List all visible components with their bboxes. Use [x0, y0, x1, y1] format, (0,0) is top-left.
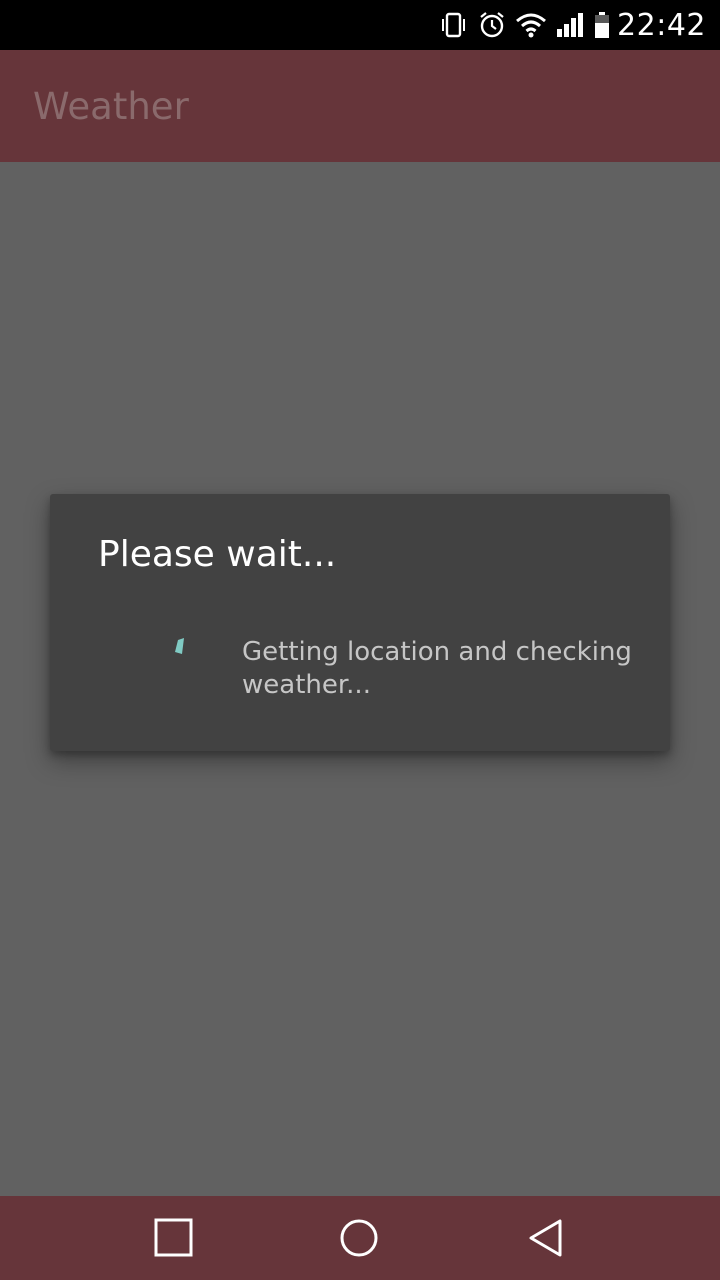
app-bar: Weather — [0, 50, 720, 162]
dialog-message: Getting location and checking weather... — [242, 637, 632, 700]
battery-icon — [593, 10, 611, 40]
recents-button[interactable] — [152, 1216, 196, 1260]
dialog-title: Please wait... — [98, 534, 337, 575]
status-time: 22:42 — [617, 7, 706, 43]
back-icon — [524, 1216, 568, 1260]
progress-dialog: Please wait... Getting location and chec… — [50, 494, 670, 751]
alarm-icon — [477, 10, 507, 40]
vibrate-icon — [439, 10, 469, 40]
home-button[interactable] — [337, 1216, 381, 1260]
recents-icon — [152, 1216, 196, 1260]
navigation-bar — [0, 1196, 720, 1280]
app-title: Weather — [33, 84, 189, 128]
wifi-icon — [515, 10, 547, 40]
home-icon — [337, 1216, 381, 1260]
status-bar: 22:42 — [0, 0, 720, 50]
back-button[interactable] — [524, 1216, 568, 1260]
signal-icon — [555, 10, 585, 40]
loading-spinner-icon — [170, 636, 190, 656]
status-icons — [439, 10, 611, 40]
